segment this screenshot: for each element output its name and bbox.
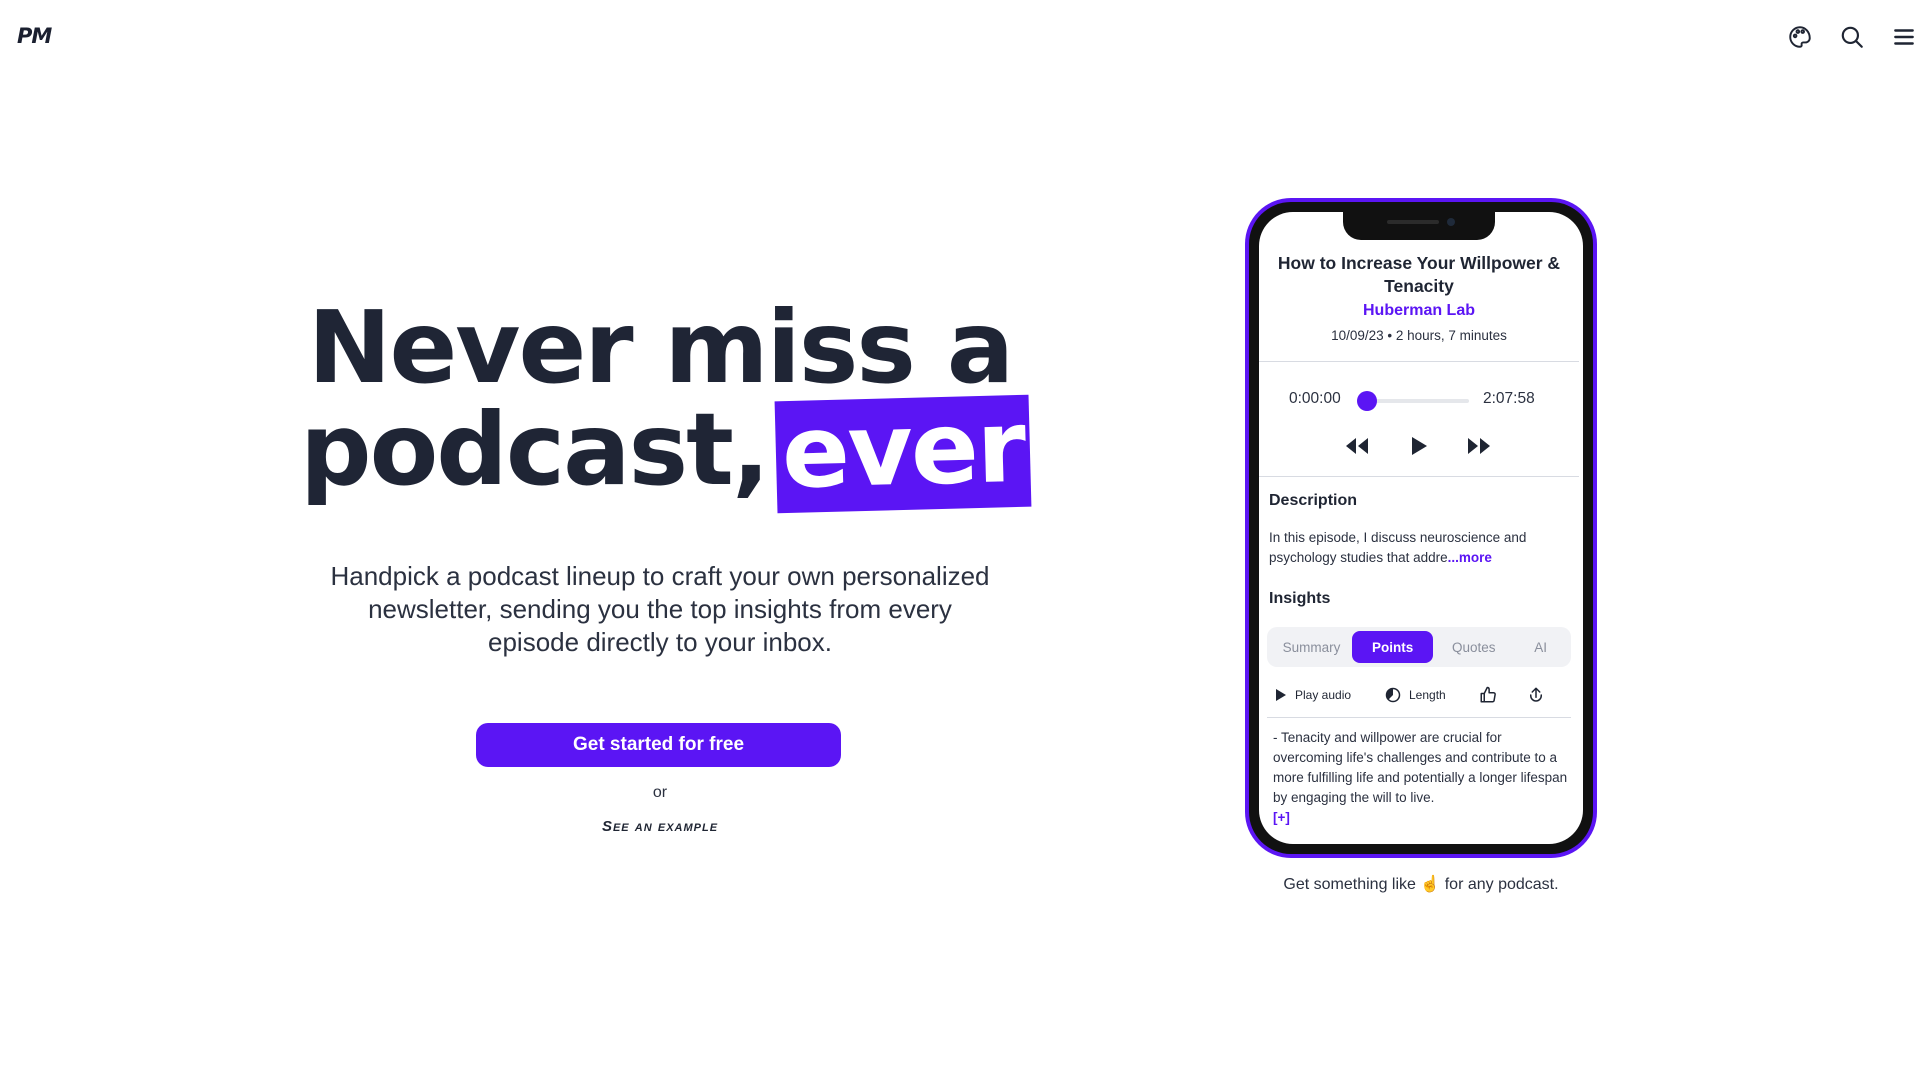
- menu-icon[interactable]: [1889, 22, 1919, 52]
- hero-headline: Never miss a podcast, ever: [300, 289, 1032, 514]
- phone-notch: [1343, 212, 1495, 240]
- tab-quotes[interactable]: Quotes: [1433, 631, 1514, 663]
- thumbs-up-icon[interactable]: [1479, 682, 1497, 708]
- insights-heading: Insights: [1269, 590, 1331, 607]
- insight-point-text: - Tenacity and willpower are crucial for…: [1273, 730, 1568, 805]
- play-icon: [1276, 689, 1286, 701]
- or-separator: or: [652, 784, 668, 801]
- see-example-link[interactable]: See an example: [560, 818, 760, 835]
- divider: [1259, 361, 1579, 362]
- palette-icon[interactable]: [1785, 22, 1815, 52]
- length-icon: [1385, 687, 1401, 703]
- progress-track[interactable]: [1357, 391, 1469, 411]
- tab-points[interactable]: Points: [1352, 631, 1434, 663]
- show-name[interactable]: Huberman Lab: [1269, 302, 1569, 320]
- description-heading: Description: [1269, 492, 1358, 509]
- length-button[interactable]: Length: [1385, 682, 1446, 708]
- current-time: 0:00:00: [1289, 390, 1341, 407]
- search-icon[interactable]: [1837, 22, 1867, 52]
- total-time: 2:07:58: [1483, 390, 1535, 407]
- description-text: In this episode, I discuss neuroscience …: [1269, 528, 1569, 568]
- expand-link[interactable]: [+]: [1273, 810, 1290, 825]
- tab-ai[interactable]: AI: [1514, 631, 1567, 663]
- headline-line-1: Never miss a: [307, 289, 1014, 406]
- progress-thumb[interactable]: [1357, 391, 1377, 411]
- tab-summary[interactable]: Summary: [1271, 631, 1352, 663]
- share-icon[interactable]: [1527, 682, 1545, 708]
- insight-point: - Tenacity and willpower are crucial for…: [1273, 728, 1569, 828]
- phone-bezel: How to Increase Your Willpower & Tenacit…: [1249, 202, 1593, 854]
- episode-meta: 10/09/23 • 2 hours, 7 minutes: [1331, 328, 1507, 343]
- hero-subtitle: Handpick a podcast lineup to craft your …: [330, 561, 990, 657]
- divider: [1259, 476, 1579, 477]
- headline-highlight: ever: [774, 388, 1032, 514]
- headline-word-podcast: podcast,: [300, 391, 770, 508]
- insights-tabs: Summary Points Quotes AI: [1267, 627, 1571, 667]
- logo[interactable]: PM: [17, 24, 52, 48]
- play-icon[interactable]: [1403, 430, 1435, 462]
- get-started-button[interactable]: Get started for free: [476, 723, 841, 767]
- episode-title: How to Increase Your Willpower & Tenacit…: [1277, 253, 1561, 296]
- headline-line-2: podcast, ever: [300, 388, 1032, 514]
- more-link[interactable]: ...more: [1448, 550, 1492, 565]
- play-audio-button[interactable]: Play audio: [1275, 682, 1351, 708]
- rewind-icon[interactable]: [1341, 430, 1373, 462]
- insight-actions: Play audio Length: [1269, 682, 1569, 708]
- length-label: Length: [1409, 688, 1446, 702]
- phone-screen: How to Increase Your Willpower & Tenacit…: [1259, 212, 1583, 844]
- play-audio-label: Play audio: [1295, 688, 1352, 702]
- divider: [1267, 717, 1571, 718]
- fast-forward-icon[interactable]: [1463, 430, 1495, 462]
- phone-caption: Get something like ☝️ for any podcast.: [1283, 876, 1559, 893]
- phone-mockup: How to Increase Your Willpower & Tenacit…: [1245, 198, 1597, 858]
